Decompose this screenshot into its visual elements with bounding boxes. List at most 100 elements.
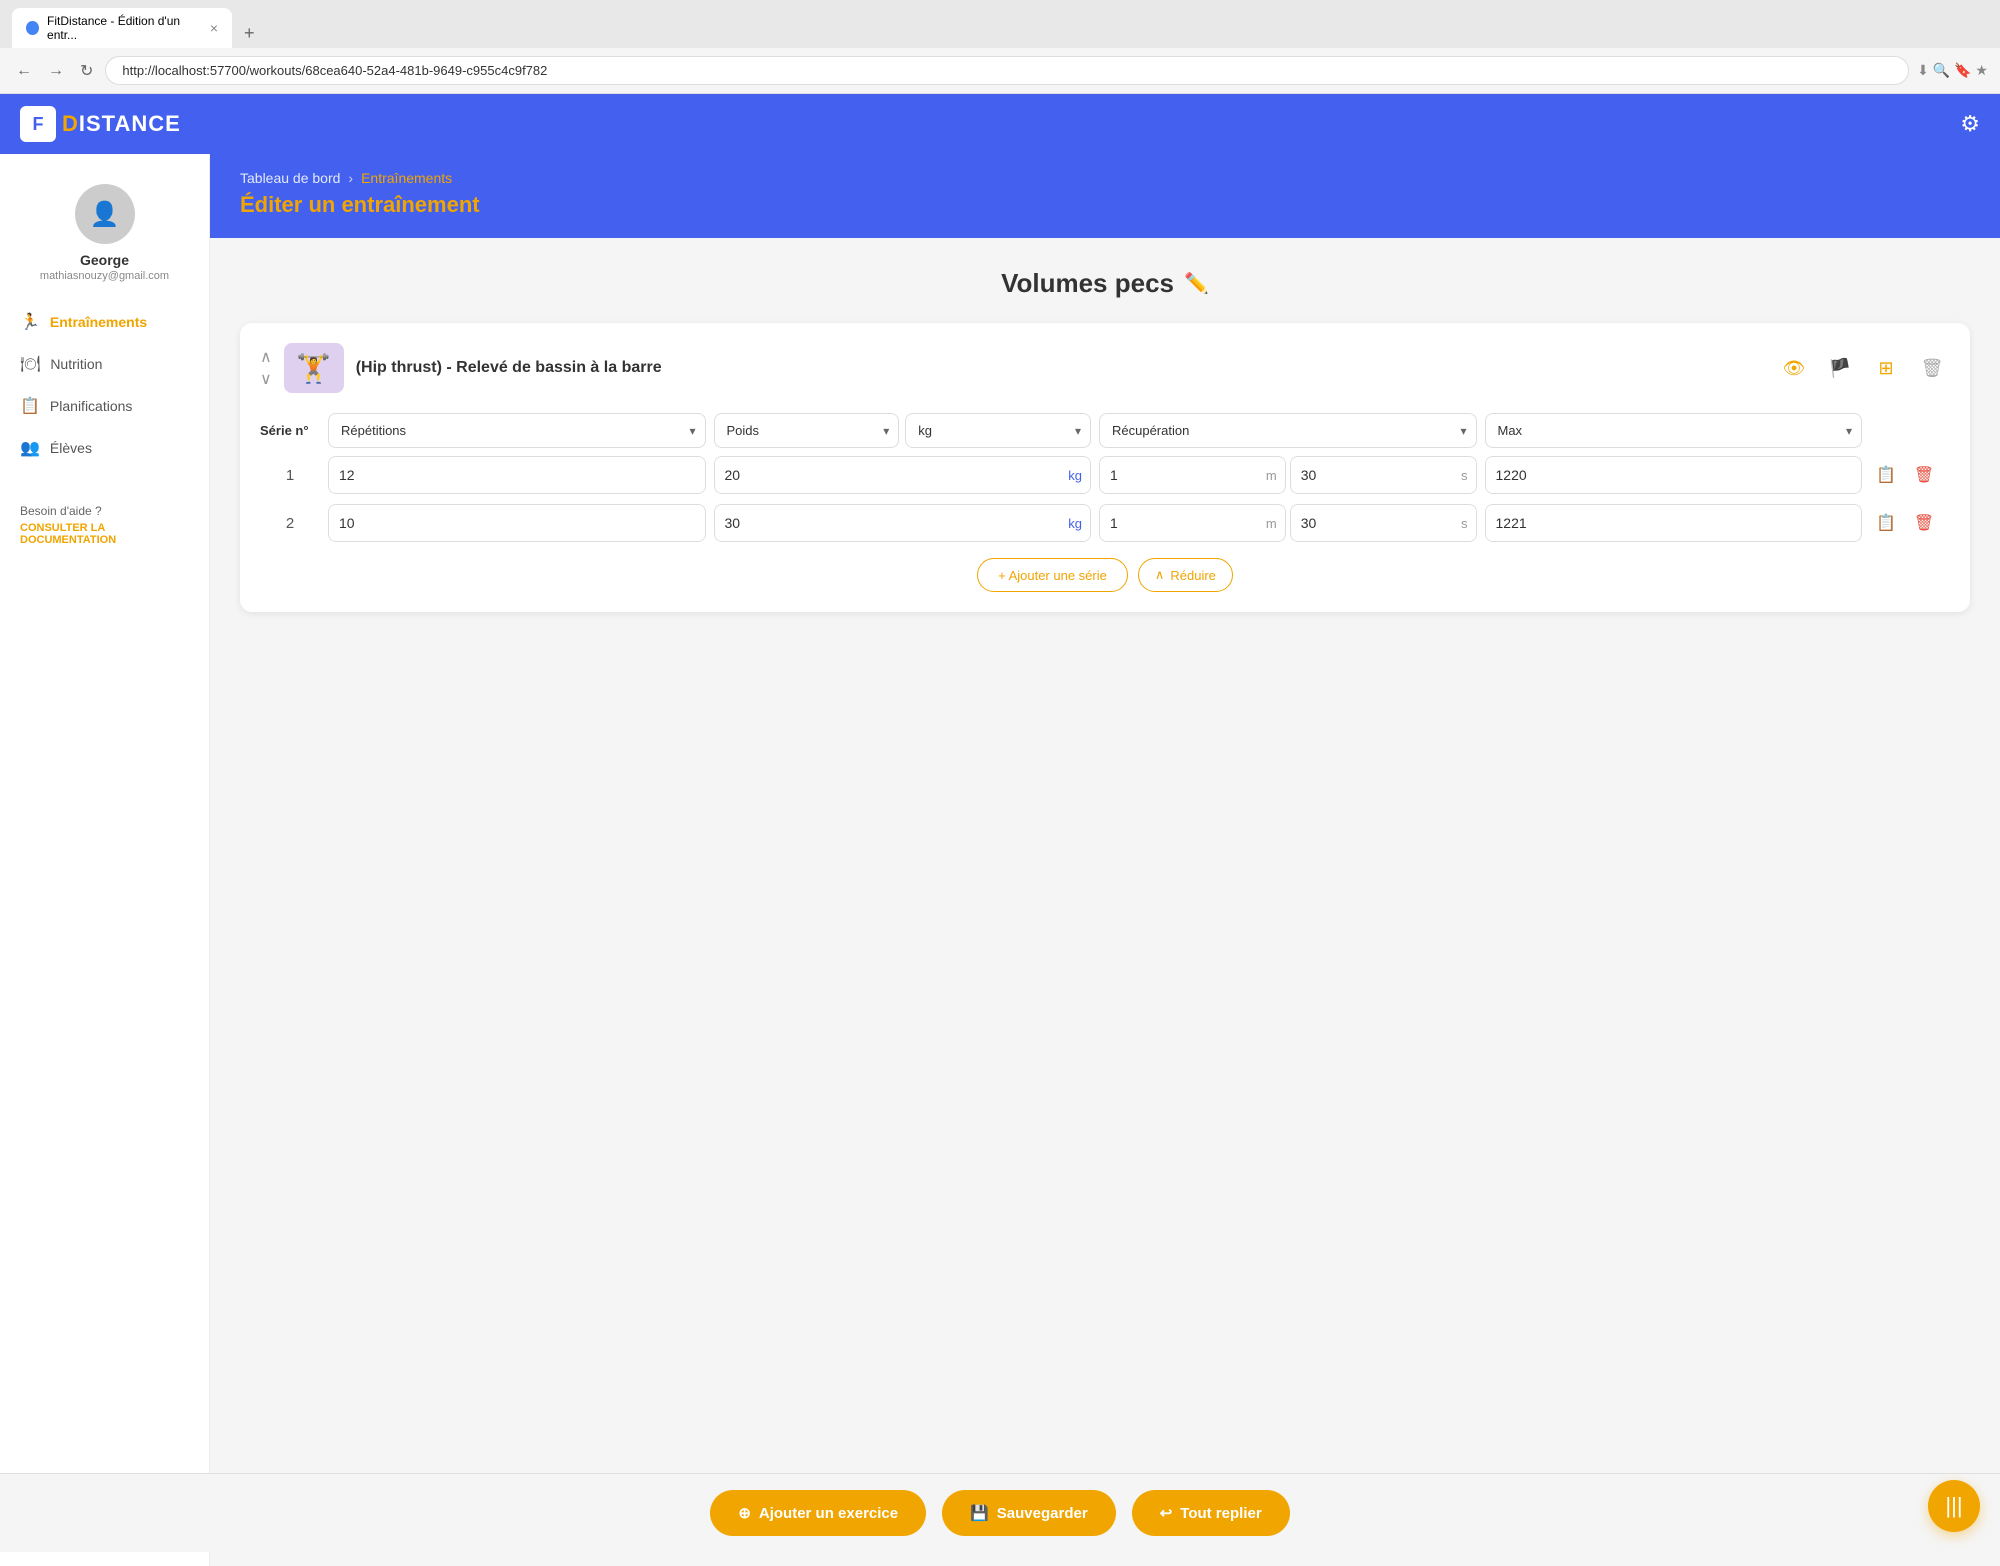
breadcrumb-section[interactable]: Entraînements — [361, 170, 452, 186]
reload-button[interactable]: ↻ — [76, 57, 97, 85]
max-select[interactable]: Max Min — [1485, 413, 1863, 448]
chevron-up-icon: ∧ — [1155, 567, 1165, 583]
breadcrumb-home[interactable]: Tableau de bord — [240, 170, 340, 186]
browser-tab-active[interactable]: FitDistance - Édition d'un entr... × — [12, 8, 232, 48]
recup-m-suffix-1: m — [1258, 458, 1285, 493]
sidebar-item-entrainements[interactable]: 🏃 Entraînements — [8, 302, 201, 342]
series-number-2: 2 — [260, 515, 320, 532]
col-poids: Poids kg lbs — [714, 413, 1092, 448]
url-text: http://localhost:57700/workouts/68cea640… — [122, 63, 547, 78]
forward-button[interactable]: → — [44, 58, 68, 84]
col-max: Max Min — [1485, 413, 1863, 448]
series-table-header: Série n° Répétitions Durée Distance — [260, 413, 1950, 448]
exercise-actions: 👁 🏴 ⊞ 🗑 — [1776, 350, 1950, 386]
poids-group-2: kg — [714, 504, 1092, 542]
sidebar-item-planifications[interactable]: 📋 Planifications — [8, 386, 201, 426]
avatar: 👤 — [75, 184, 135, 244]
address-bar[interactable]: http://localhost:57700/workouts/68cea640… — [105, 56, 1909, 85]
tab-close-btn[interactable]: × — [210, 20, 218, 36]
recup-s-field-2[interactable] — [1291, 505, 1453, 541]
sidebar: 👤 George mathiasnouzy@gmail.com 🏃 Entraî… — [0, 154, 210, 1566]
collapse-button[interactable]: ∧ Réduire — [1138, 558, 1233, 592]
recup-s-field-1[interactable] — [1291, 457, 1453, 493]
poids-field-1[interactable] — [715, 457, 1061, 493]
content-body: Volumes pecs ✏️ ∧ ∨ 🏋 (Hip thrust) - Rel… — [210, 238, 2000, 642]
nutrition-icon: 🍽 — [20, 354, 40, 374]
recuperation-select[interactable]: Récupération Aucune — [1099, 413, 1477, 448]
row-actions-2: 📋 🗑 — [1870, 507, 1950, 539]
plus-circle-icon: ⊕ — [738, 1504, 751, 1522]
sort-handle[interactable]: ∧ ∨ — [260, 347, 272, 389]
recup-group-1: m s — [1099, 456, 1477, 494]
sidebar-item-label: Planifications — [50, 398, 133, 414]
save-button[interactable]: 💾 Sauvegarder — [942, 1490, 1116, 1536]
delete-row-2-button[interactable]: 🗑 — [1908, 507, 1940, 539]
sidebar-item-label: Entraînements — [50, 314, 147, 330]
poids-group-1: kg — [714, 456, 1092, 494]
browser-controls: ← → ↻ http://localhost:57700/workouts/68… — [0, 48, 2000, 94]
sidebar-item-label: Élèves — [50, 440, 92, 456]
exercise-name: (Hip thrust) - Relevé de bassin à la bar… — [356, 359, 1764, 377]
recup-field-2[interactable] — [1100, 505, 1258, 541]
max-field-1[interactable] — [1486, 457, 1862, 493]
user-name: George — [16, 252, 193, 268]
sidebar-nav: 🏃 Entraînements 🍽 Nutrition 📋 Planificat… — [0, 302, 209, 468]
content-area: Tableau de bord › Entraînements Éditer u… — [210, 154, 2000, 1566]
sidebar-item-eleves[interactable]: 👥 Élèves — [8, 428, 201, 468]
reps-field-2[interactable] — [329, 505, 705, 541]
bottom-bar: ⊕ Ajouter un exercice 💾 Sauvegarder ↩ To… — [0, 1473, 2000, 1552]
recup-m-suffix-2: m — [1258, 506, 1285, 541]
tout-replier-button[interactable]: ↩ Tout replier — [1132, 1490, 1290, 1536]
sidebar-help: Besoin d'aide ? CONSULTER LA DOCUMENTATI… — [0, 488, 209, 562]
copy-row-2-button[interactable]: 📋 — [1870, 507, 1902, 539]
logo-icon: F — [20, 106, 56, 142]
add-exercise-button[interactable]: ⊕ Ajouter un exercice — [710, 1490, 926, 1536]
flag-button[interactable]: 🏴 — [1822, 350, 1858, 386]
workout-title: Volumes pecs ✏️ — [240, 268, 1970, 299]
planifications-icon: 📋 — [20, 396, 40, 416]
poids-select[interactable]: Poids — [714, 413, 900, 448]
reply-icon: ↩ — [1160, 1504, 1173, 1522]
recup-field-1[interactable] — [1100, 457, 1258, 493]
content-header: Tableau de bord › Entraînements Éditer u… — [210, 154, 2000, 238]
help-link[interactable]: CONSULTER LA DOCUMENTATION — [20, 522, 189, 546]
grid-button[interactable]: ⊞ — [1868, 350, 1904, 386]
new-tab-button[interactable]: + — [236, 19, 263, 48]
col-repetitions: Répétitions Durée Distance — [328, 413, 706, 448]
max-input-2[interactable] — [1485, 504, 1863, 542]
reps-input-1[interactable] — [328, 456, 706, 494]
series-actions: + Ajouter une série ∧ Réduire — [260, 558, 1950, 592]
back-button[interactable]: ← — [12, 58, 36, 84]
poids-field-2[interactable] — [715, 505, 1061, 541]
series-table: Série n° Répétitions Durée Distance — [260, 413, 1950, 592]
app-header: F DISTANCE ⚙ — [0, 94, 2000, 154]
exercise-thumbnail: 🏋 — [284, 343, 344, 393]
delete-row-1-button[interactable]: 🗑 — [1908, 459, 1940, 491]
preview-button[interactable]: 👁 — [1776, 350, 1812, 386]
recup-group-2: m s — [1099, 504, 1477, 542]
max-input-1[interactable] — [1485, 456, 1863, 494]
tab-title: FitDistance - Édition d'un entr... — [47, 14, 202, 42]
sidebar-item-nutrition[interactable]: 🍽 Nutrition — [8, 344, 201, 384]
reps-field-1[interactable] — [329, 457, 705, 493]
fab-button[interactable]: ||| — [1928, 1480, 1980, 1532]
reps-input-2[interactable] — [328, 504, 706, 542]
table-row: 2 kg m — [260, 504, 1950, 542]
max-field-2[interactable] — [1486, 505, 1862, 541]
app-logo: F DISTANCE — [20, 106, 181, 142]
add-series-button[interactable]: + Ajouter une série — [977, 558, 1128, 592]
breadcrumb-arrow: › — [348, 170, 353, 186]
repetitions-select[interactable]: Répétitions Durée Distance — [328, 413, 706, 448]
kg-select[interactable]: kg lbs — [905, 413, 1091, 448]
sidebar-item-label: Nutrition — [50, 356, 102, 372]
table-row: 1 kg m — [260, 456, 1950, 494]
browser-extension-icons: ⬇ 🔍 🔖 ★ — [1917, 62, 1988, 79]
exercise-card: ∧ ∨ 🏋 (Hip thrust) - Relevé de bassin à … — [240, 323, 1970, 612]
breadcrumb: Tableau de bord › Entraînements — [240, 170, 1970, 186]
edit-workout-title-icon[interactable]: ✏️ — [1184, 271, 1209, 296]
delete-exercise-button[interactable]: 🗑 — [1914, 350, 1950, 386]
copy-row-1-button[interactable]: 📋 — [1870, 459, 1902, 491]
sidebar-user: 👤 George mathiasnouzy@gmail.com — [0, 174, 209, 302]
gear-icon[interactable]: ⚙ — [1960, 111, 1980, 137]
kg-suffix-2: kg — [1060, 506, 1090, 541]
